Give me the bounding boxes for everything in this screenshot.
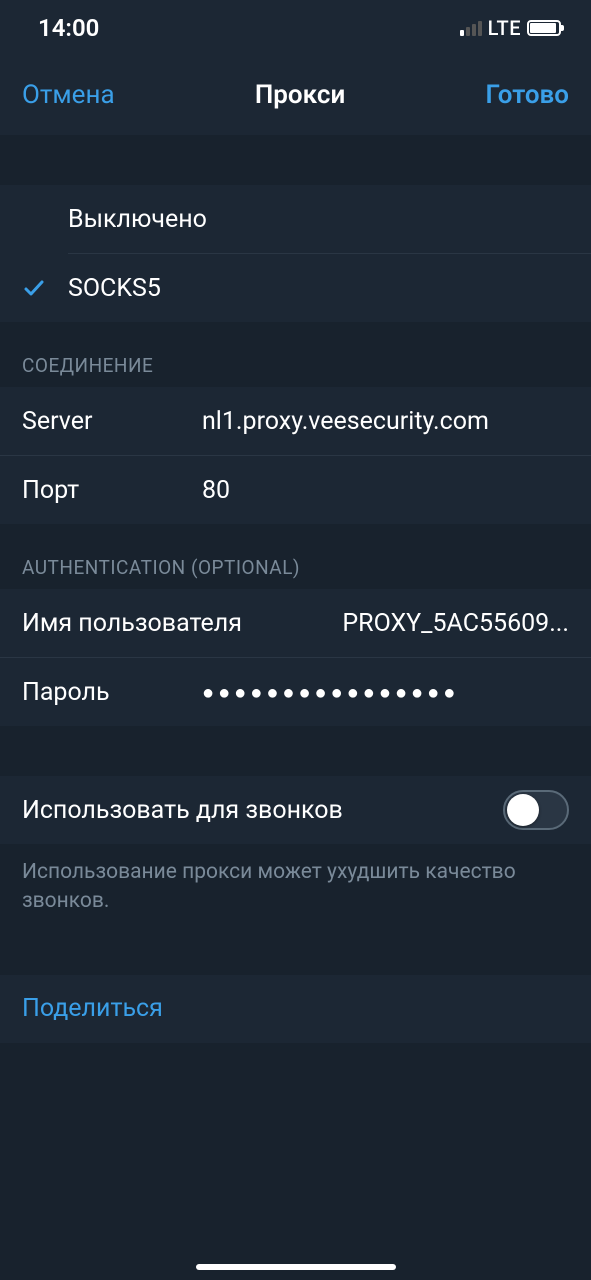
server-row[interactable]: Server nl1.proxy.veesecurity.com	[0, 387, 591, 455]
port-value: 80	[182, 476, 569, 505]
checkmark-icon	[22, 276, 68, 300]
cancel-button[interactable]: Отмена	[22, 80, 115, 110]
calls-group: Использовать для звонков	[0, 776, 591, 844]
nav-bar: Отмена Прокси Готово	[0, 55, 591, 135]
username-row[interactable]: Имя пользователя PROXY_5AC55609...	[0, 589, 591, 657]
done-button[interactable]: Готово	[485, 80, 569, 110]
username-value: PROXY_5AC55609...	[242, 609, 569, 638]
password-label: Пароль	[22, 678, 182, 707]
use-for-calls-label: Использовать для звонков	[22, 796, 343, 825]
signal-icon	[460, 20, 482, 36]
option-label: Выключено	[68, 205, 207, 234]
connection-group: Server nl1.proxy.veesecurity.com Порт 80	[0, 387, 591, 524]
auth-header: AUTHENTICATION (OPTIONAL)	[0, 524, 591, 589]
share-label: Поделиться	[22, 994, 163, 1023]
auth-group: Имя пользователя PROXY_5AC55609... Парол…	[0, 589, 591, 726]
share-group: Поделиться	[0, 975, 591, 1043]
page-title: Прокси	[255, 80, 345, 110]
network-label: LTE	[488, 16, 521, 40]
username-label: Имя пользователя	[22, 609, 242, 638]
server-label: Server	[22, 407, 182, 436]
share-button[interactable]: Поделиться	[0, 975, 591, 1043]
proxy-type-disabled[interactable]: Выключено	[0, 185, 591, 253]
battery-icon	[527, 20, 561, 36]
connection-header: СОЕДИНЕНИЕ	[0, 322, 591, 387]
proxy-type-group: Выключено SOCKS5	[0, 185, 591, 322]
port-label: Порт	[22, 476, 182, 505]
password-row[interactable]: Пароль ●●●●●●●●●●●●●●●●	[0, 658, 591, 726]
use-for-calls-row[interactable]: Использовать для звонков	[0, 776, 591, 844]
use-for-calls-toggle[interactable]	[503, 790, 569, 830]
status-right: LTE	[460, 16, 561, 40]
option-label: SOCKS5	[68, 274, 161, 303]
server-value: nl1.proxy.veesecurity.com	[182, 407, 569, 436]
section-gap	[0, 947, 591, 975]
section-gap	[0, 135, 591, 185]
password-value: ●●●●●●●●●●●●●●●●	[182, 680, 569, 705]
home-indicator	[196, 1264, 396, 1270]
calls-note: Использование прокси может ухудшить каче…	[0, 844, 591, 947]
section-gap	[0, 726, 591, 776]
port-row[interactable]: Порт 80	[0, 456, 591, 524]
status-bar: 14:00 LTE	[0, 0, 591, 55]
proxy-type-socks5[interactable]: SOCKS5	[0, 254, 591, 322]
status-time: 14:00	[38, 14, 99, 42]
